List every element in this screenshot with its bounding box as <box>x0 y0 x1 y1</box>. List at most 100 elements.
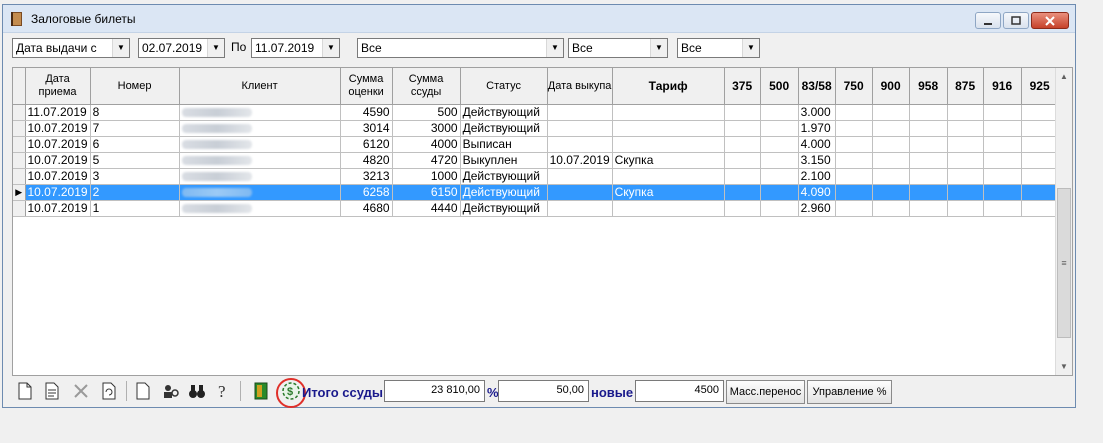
cell-date[interactable]: 10.07.2019 <box>25 184 91 201</box>
cell-empty[interactable] <box>983 184 1022 201</box>
cell-appraisal[interactable]: 3014 <box>340 120 393 137</box>
cell-num[interactable]: 8 <box>90 104 180 121</box>
cell-empty[interactable] <box>947 200 984 217</box>
percent-field[interactable]: 50,00 <box>498 380 589 402</box>
col-header-916[interactable]: 916 <box>983 68 1022 105</box>
cell-status[interactable]: Действующий <box>460 184 548 201</box>
client-cell-redacted[interactable] <box>179 168 341 185</box>
client-cell-redacted[interactable] <box>179 184 341 201</box>
cell-empty[interactable] <box>909 184 948 201</box>
cell-num[interactable]: 1 <box>90 200 180 217</box>
tickets-grid[interactable]: Дата приема Номер Клиент Сумма оценки Су… <box>12 67 1073 376</box>
col-header-375[interactable]: 375 <box>724 68 761 105</box>
cell-empty[interactable] <box>909 104 948 121</box>
cell-status[interactable]: Выписан <box>460 136 548 153</box>
cell-c8358[interactable]: 4.000 <box>798 136 836 153</box>
date-from-picker[interactable]: 02.07.2019 ▼ <box>138 38 225 58</box>
col-header-500[interactable]: 500 <box>760 68 799 105</box>
mass-transfer-button[interactable]: Масс.перенос <box>726 380 805 404</box>
cell-redeem[interactable] <box>547 168 613 185</box>
cell-redeem[interactable]: 10.07.2019 <box>547 152 613 169</box>
col-header-958[interactable]: 958 <box>909 68 948 105</box>
client-cell-redacted[interactable] <box>179 152 341 169</box>
cell-appraisal[interactable]: 4680 <box>340 200 393 217</box>
cell-empty[interactable] <box>872 168 910 185</box>
cell-num[interactable]: 3 <box>90 168 180 185</box>
cell-date[interactable]: 10.07.2019 <box>25 168 91 185</box>
manage-percent-button[interactable]: Управление % <box>807 380 892 404</box>
cell-date[interactable]: 10.07.2019 <box>25 120 91 137</box>
cell-date[interactable]: 10.07.2019 <box>25 200 91 217</box>
client-cell-redacted[interactable] <box>179 120 341 137</box>
cell-empty[interactable] <box>947 168 984 185</box>
cell-empty[interactable] <box>1021 200 1059 217</box>
cell-status[interactable]: Действующий <box>460 168 548 185</box>
cell-status[interactable]: Действующий <box>460 104 548 121</box>
cell-num[interactable]: 7 <box>90 120 180 137</box>
cell-empty[interactable] <box>760 200 799 217</box>
cell-num[interactable]: 2 <box>90 184 180 201</box>
col-header-appraisal[interactable]: Сумма оценки <box>340 68 393 105</box>
col-header-900[interactable]: 900 <box>872 68 910 105</box>
col-header-925[interactable]: 925 <box>1021 68 1059 105</box>
cell-num[interactable]: 5 <box>90 152 180 169</box>
cell-empty[interactable] <box>835 152 873 169</box>
cell-empty[interactable] <box>983 136 1022 153</box>
user-search-button[interactable] <box>160 380 182 402</box>
col-header-8358[interactable]: 83/58 <box>798 68 836 105</box>
table-row[interactable]: 10.07.2019 7 3014 3000 Действующий 1.970 <box>13 120 1059 137</box>
cell-empty[interactable] <box>724 104 761 121</box>
cell-empty[interactable] <box>1021 104 1059 121</box>
cell-empty[interactable] <box>909 200 948 217</box>
scroll-thumb[interactable]: ≡ <box>1057 188 1071 338</box>
refresh-button[interactable] <box>98 380 120 402</box>
table-row[interactable]: ▶ 10.07.2019 2 6258 6150 Действующий Скупка 4.0… <box>13 184 1059 201</box>
cell-appraisal[interactable]: 6120 <box>340 136 393 153</box>
cell-redeem[interactable] <box>547 200 613 217</box>
scroll-up-arrow-icon[interactable]: ▲ <box>1056 68 1072 85</box>
cell-empty[interactable] <box>835 104 873 121</box>
cell-empty[interactable] <box>760 136 799 153</box>
cell-empty[interactable] <box>760 120 799 137</box>
cell-loan[interactable]: 4000 <box>392 136 461 153</box>
cell-tariff[interactable] <box>612 120 725 137</box>
maximize-button[interactable] <box>1003 12 1029 29</box>
cell-loan[interactable]: 4440 <box>392 200 461 217</box>
cell-empty[interactable] <box>724 168 761 185</box>
col-header-750[interactable]: 750 <box>835 68 873 105</box>
cell-tariff[interactable] <box>612 104 725 121</box>
cell-c8358[interactable]: 3.150 <box>798 152 836 169</box>
cell-empty[interactable] <box>872 152 910 169</box>
cell-appraisal[interactable]: 4590 <box>340 104 393 121</box>
cell-empty[interactable] <box>835 120 873 137</box>
help-button[interactable]: ? <box>212 380 234 402</box>
cell-empty[interactable] <box>983 200 1022 217</box>
cell-tariff[interactable]: Скупка <box>612 152 725 169</box>
cell-c8358[interactable]: 4.090 <box>798 184 836 201</box>
cell-loan[interactable]: 6150 <box>392 184 461 201</box>
cell-empty[interactable] <box>947 184 984 201</box>
cell-empty[interactable] <box>872 200 910 217</box>
cell-empty[interactable] <box>909 168 948 185</box>
cell-status[interactable]: Действующий <box>460 200 548 217</box>
cell-date[interactable]: 10.07.2019 <box>25 152 91 169</box>
cell-empty[interactable] <box>760 168 799 185</box>
col-header-date[interactable]: Дата приема <box>25 68 91 105</box>
cell-empty[interactable] <box>760 152 799 169</box>
close-button[interactable] <box>1031 12 1069 29</box>
cell-loan[interactable]: 500 <box>392 104 461 121</box>
cell-empty[interactable] <box>724 152 761 169</box>
cell-empty[interactable] <box>724 120 761 137</box>
cell-appraisal[interactable]: 3213 <box>340 168 393 185</box>
cell-date[interactable]: 11.07.2019 <box>25 104 91 121</box>
client-cell-redacted[interactable] <box>179 200 341 217</box>
cell-appraisal[interactable]: 4820 <box>340 152 393 169</box>
cell-c8358[interactable]: 2.100 <box>798 168 836 185</box>
cell-tariff[interactable] <box>612 200 725 217</box>
cell-status[interactable]: Действующий <box>460 120 548 137</box>
cell-empty[interactable] <box>872 120 910 137</box>
col-header-tariff[interactable]: Тариф <box>612 68 725 105</box>
cell-empty[interactable] <box>1021 184 1059 201</box>
filter-select-3[interactable]: Все ▼ <box>677 38 760 58</box>
cell-empty[interactable] <box>947 136 984 153</box>
